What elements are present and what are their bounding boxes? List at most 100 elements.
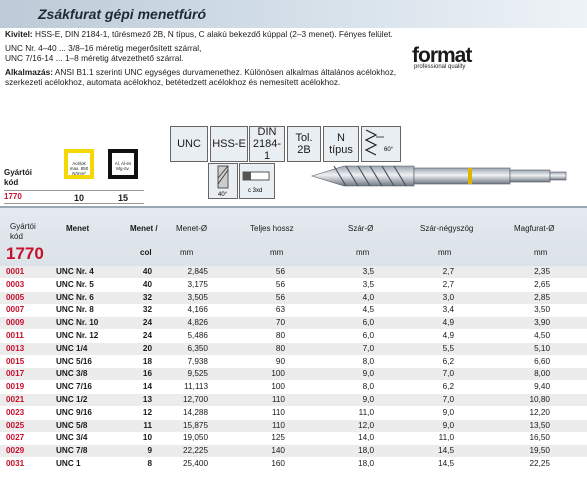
kivitel-text: HSS-E, DIN 2184-1, tűrésmező 2B, N típus… xyxy=(34,29,393,39)
cell-s: 4,5 xyxy=(362,305,374,315)
cell-sq: 11,0 xyxy=(438,433,454,443)
header-menet: Menet xyxy=(66,224,90,233)
cell-menet: UNC 5/8 xyxy=(56,420,88,430)
cell-d: 25,400 xyxy=(182,459,208,468)
cell-m: 9,40 xyxy=(534,382,550,392)
table-row: 0003 UNC Nr. 5 40 3,175 56 3,5 2,7 2,65 xyxy=(0,279,587,291)
cell-m: 19,50 xyxy=(529,446,551,456)
cell-sq: 6,2 xyxy=(442,356,454,366)
unc-icon: UNC xyxy=(170,126,208,162)
unc-label: UNC xyxy=(177,138,201,150)
shank-paragraph: UNC Nr. 4–40 ... 3/8–16 méretig megerősí… xyxy=(5,43,405,63)
cell-d: 3,505 xyxy=(187,292,209,302)
cell-l: 100 xyxy=(271,369,285,379)
material-swatch-aluminium: Al, Al-és Mg-öv. xyxy=(108,149,138,179)
cell-menet: UNC Nr. 8 xyxy=(56,305,94,315)
cell-l: 80 xyxy=(275,343,285,353)
cell-l: 80 xyxy=(275,331,285,340)
cell-l: 140 xyxy=(271,446,285,456)
helix-angle-icon: 40° xyxy=(208,163,238,199)
cell-col: 40 xyxy=(142,267,152,276)
cell-col: 8 xyxy=(147,459,152,468)
cell-d: 15,875 xyxy=(182,420,208,430)
gyartoi-kod-label: Gyártói kód xyxy=(4,168,33,187)
cell-s: 3,5 xyxy=(362,267,374,276)
page-title: Zsákfurat gépi menetfúró xyxy=(38,6,207,22)
cell-s: 8,0 xyxy=(362,382,374,392)
cell-s: 6,0 xyxy=(362,331,374,340)
shank-line-1: UNC Nr. 4–40 ... 3/8–16 méretig megerősí… xyxy=(5,43,202,53)
cell-kod: 0007 xyxy=(6,305,25,315)
cell-m: 2,35 xyxy=(534,267,550,276)
cell-s: 14,0 xyxy=(358,433,374,443)
cell-kod: 0003 xyxy=(6,279,25,289)
cell-col: 13 xyxy=(142,395,152,404)
cell-col: 40 xyxy=(142,279,152,289)
cell-col: 32 xyxy=(142,305,152,315)
cell-d: 4,826 xyxy=(187,318,209,328)
cell-kod: 0019 xyxy=(6,382,25,392)
cell-kod: 0021 xyxy=(6,395,25,404)
cell-l: 160 xyxy=(271,459,285,468)
cell-s: 6,0 xyxy=(362,318,374,328)
cell-menet: UNC 3/4 xyxy=(56,433,88,443)
cell-s: 12,0 xyxy=(358,420,374,430)
din-icon: DIN 2184-1 xyxy=(249,126,285,162)
cell-s: 4,0 xyxy=(362,292,374,302)
table-row: 0009 UNC Nr. 10 24 4,826 70 6,0 4,9 3,90 xyxy=(0,317,587,330)
angle40-label: 40° xyxy=(218,192,228,198)
cell-s: 8,0 xyxy=(362,356,374,366)
cell-l: 56 xyxy=(275,267,285,276)
header-mm: mm xyxy=(180,248,194,257)
header-mm: mm xyxy=(270,248,284,257)
cell-s: 3,5 xyxy=(362,279,374,289)
cell-col: 12 xyxy=(142,407,152,417)
cell-d: 5,486 xyxy=(187,331,209,340)
cell-s: 7,0 xyxy=(362,343,374,353)
cell-sq: 6,2 xyxy=(442,382,454,392)
header-mm: mm xyxy=(356,248,370,257)
cell-col: 24 xyxy=(142,318,152,328)
cell-sq: 2,7 xyxy=(442,279,454,289)
din-label: DIN 2184-1 xyxy=(252,126,282,162)
table-row: 0007 UNC Nr. 8 32 4,166 63 4,5 3,4 3,50 xyxy=(0,304,587,316)
cell-kod: 0023 xyxy=(6,407,25,417)
cell-s: 18,0 xyxy=(358,446,374,456)
hss-label: HSS-E xyxy=(212,138,246,150)
cell-kod: 0027 xyxy=(6,433,25,443)
kivitel-paragraph: Kivitel: HSS-E, DIN 2184-1, tűrésmező 2B… xyxy=(5,29,405,39)
cell-col: 9 xyxy=(147,446,152,456)
gyartoi-kod-value: 1770 xyxy=(4,192,22,201)
cell-l: 110 xyxy=(271,420,285,430)
table-row: 0029 UNC 7/8 9 22,225 140 18,0 14,5 19,50 xyxy=(0,445,587,458)
divider xyxy=(4,190,144,191)
cell-s: 9,0 xyxy=(362,395,374,404)
cell-l: 125 xyxy=(271,433,285,443)
cell-d: 11,113 xyxy=(184,382,208,392)
cell-sq: 3,0 xyxy=(442,292,454,302)
cell-d: 9,525 xyxy=(187,369,209,379)
cell-d: 14,288 xyxy=(182,407,208,417)
cell-kod: 0031 xyxy=(6,459,25,468)
header-menet-d: Menet-Ø xyxy=(176,224,208,233)
cell-kod: 0001 xyxy=(6,267,25,276)
cell-m: 3,50 xyxy=(534,305,550,315)
cell-d: 4,166 xyxy=(187,305,209,315)
cell-kod: 0013 xyxy=(6,343,25,353)
cell-menet: UNC 1 xyxy=(56,459,81,468)
cell-kod: 0011 xyxy=(6,331,24,340)
cell-m: 6,60 xyxy=(534,356,550,366)
cell-col: 16 xyxy=(142,369,152,379)
cell-sq: 5,5 xyxy=(442,343,454,353)
header-col: col xyxy=(140,248,152,257)
cell-l: 110 xyxy=(271,395,285,404)
cell-l: 70 xyxy=(275,318,285,328)
cell-d: 6,350 xyxy=(187,343,209,353)
cell-s: 9,0 xyxy=(362,369,374,379)
spiral-flute-icon: 40° xyxy=(217,165,229,198)
cell-menet: UNC 7/16 xyxy=(56,382,92,392)
cell-d: 7,938 xyxy=(187,356,209,366)
cell-menet: UNC Nr. 6 xyxy=(56,292,94,302)
swatch-steel-text: Acélok max. 850 N/mm² xyxy=(69,161,89,176)
cell-col: 32 xyxy=(142,292,152,302)
